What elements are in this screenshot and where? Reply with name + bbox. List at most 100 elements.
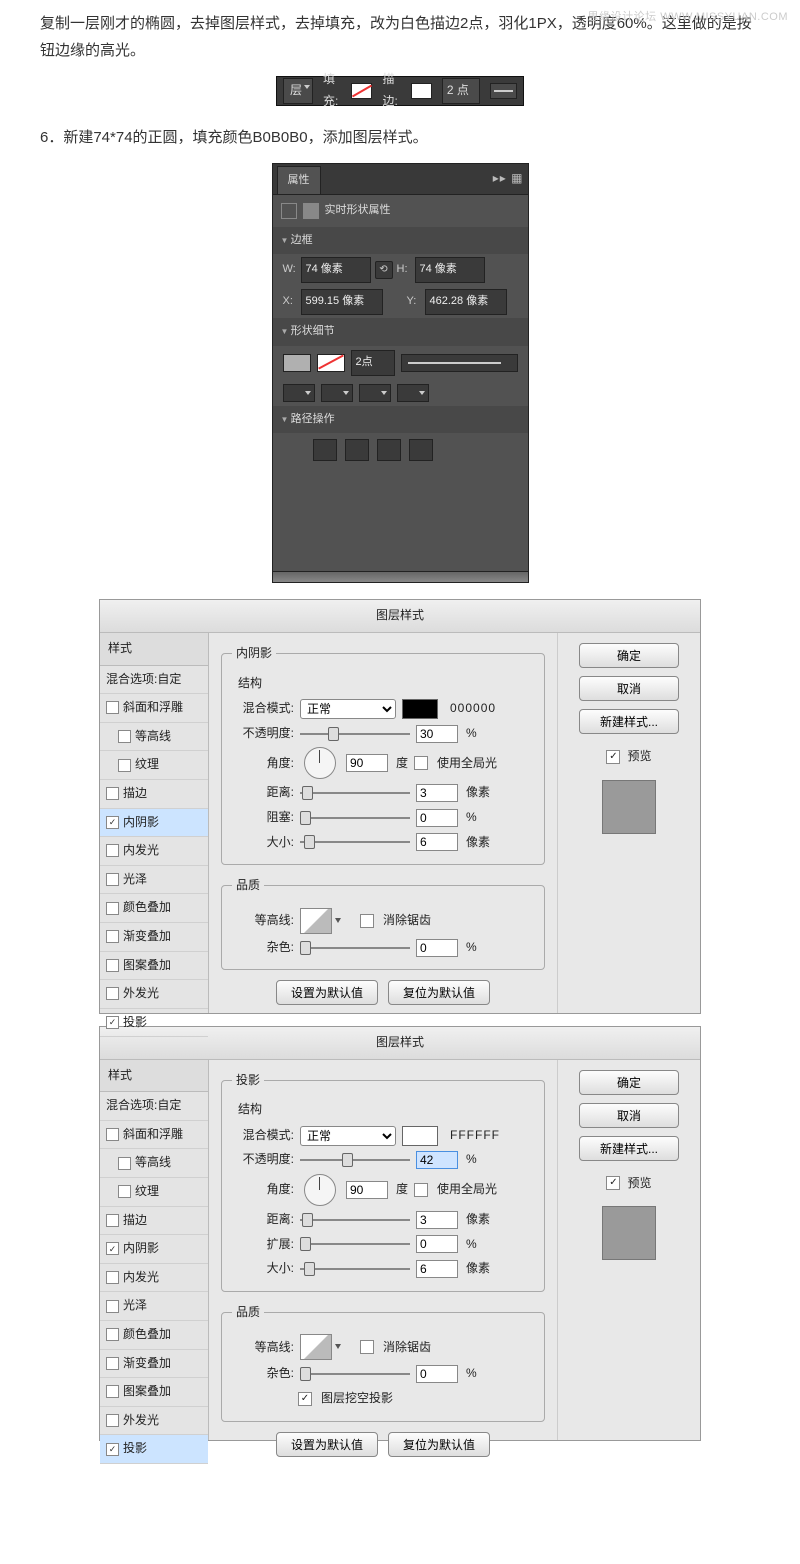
choke-input[interactable] [416,809,458,827]
section-detail[interactable]: 形状细节 [273,318,528,346]
blend-options-item[interactable]: 混合选项:自定 [100,1092,208,1121]
gradient-overlay-item[interactable]: 渐变叠加 [100,923,208,952]
corner-dropdown[interactable] [321,384,353,402]
set-default-button[interactable]: 设置为默认值 [276,980,378,1005]
shadow-color-chip[interactable] [402,1126,438,1146]
stroke-swatch-white[interactable] [411,83,432,99]
reset-default-button[interactable]: 复位为默认值 [388,1432,490,1457]
inner-shadow-item[interactable]: ✓内阴影 [100,1235,208,1264]
panel-nav[interactable]: ▸▸ ▦ [493,168,524,190]
blend-options-item[interactable]: 混合选项:自定 [100,666,208,695]
x-field[interactable]: 599.15 像素 [301,289,383,315]
opacity-input[interactable] [416,725,458,743]
opacity-slider[interactable] [300,728,410,740]
section-bounds[interactable]: 边框 [273,227,528,255]
satin-item[interactable]: 光泽 [100,866,208,895]
distance-slider[interactable] [300,787,410,799]
stroke-item[interactable]: 描边 [100,1207,208,1236]
y-field[interactable]: 462.28 像素 [425,289,507,315]
stroke-none-swatch[interactable] [317,354,345,372]
new-style-button[interactable]: 新建样式... [579,1136,679,1161]
global-light-checkbox[interactable] [414,756,428,770]
contour-picker[interactable] [300,1334,332,1360]
ok-button[interactable]: 确定 [579,1070,679,1095]
reset-default-button[interactable]: 复位为默认值 [388,980,490,1005]
stroke-width-field[interactable]: 2点 [351,350,395,376]
spread-input[interactable] [416,1235,458,1253]
antialias-checkbox[interactable] [360,1340,374,1354]
spread-slider[interactable] [300,1238,410,1250]
texture-item[interactable]: 纹理 [100,751,208,780]
noise-slider[interactable] [300,942,410,954]
outer-glow-item[interactable]: 外发光 [100,980,208,1009]
blend-mode-select[interactable]: 正常 [300,699,396,719]
global-light-checkbox[interactable] [414,1183,428,1197]
angle-input[interactable] [346,754,388,772]
angle-dial[interactable] [304,747,336,779]
inner-glow-item[interactable]: 内发光 [100,837,208,866]
shadow-color-chip[interactable] [402,699,438,719]
stroke-size-input[interactable]: 2 点 [442,78,480,104]
distance-input[interactable] [416,784,458,802]
contour-item[interactable]: 等高线 [100,723,208,752]
drop-shadow-item[interactable]: ✓投影 [100,1009,208,1038]
properties-tab[interactable]: 属性 [277,166,321,194]
size-slider[interactable] [300,836,410,848]
pathop-exclude[interactable] [409,439,433,461]
pathop-combine[interactable] [313,439,337,461]
texture-item[interactable]: 纹理 [100,1178,208,1207]
pattern-overlay-item[interactable]: 图案叠加 [100,952,208,981]
satin-item[interactable]: 光泽 [100,1292,208,1321]
stroke-item[interactable]: 描边 [100,780,208,809]
distance-slider[interactable] [300,1214,410,1226]
gradient-overlay-item[interactable]: 渐变叠加 [100,1350,208,1379]
size-input[interactable] [416,1260,458,1278]
preview-checkbox[interactable]: ✓ [606,750,620,764]
cancel-button[interactable]: 取消 [579,1103,679,1128]
noise-input[interactable] [416,1365,458,1383]
opacity-slider[interactable] [300,1154,410,1166]
color-overlay-item[interactable]: 颜色叠加 [100,1321,208,1350]
drop-shadow-item[interactable]: ✓投影 [100,1435,208,1464]
pattern-overlay-item[interactable]: 图案叠加 [100,1378,208,1407]
outer-glow-item[interactable]: 外发光 [100,1407,208,1436]
size-input[interactable] [416,833,458,851]
cancel-button[interactable]: 取消 [579,676,679,701]
contour-item[interactable]: 等高线 [100,1149,208,1178]
stroke-type-dropdown[interactable] [401,354,518,372]
size-slider[interactable] [300,1263,410,1275]
width-field[interactable]: 74 像素 [301,257,371,283]
extra-dropdown[interactable] [397,384,429,402]
angle-dial[interactable] [304,1174,336,1206]
distance-input[interactable] [416,1211,458,1229]
layer-dropdown[interactable]: 层 [283,78,313,104]
set-default-button[interactable]: 设置为默认值 [276,1432,378,1457]
section-pathops[interactable]: 路径操作 [273,406,528,434]
noise-input[interactable] [416,939,458,957]
contour-picker[interactable] [300,908,332,934]
inner-shadow-item[interactable]: ✓内阴影 [100,809,208,838]
angle-input[interactable] [346,1181,388,1199]
height-field[interactable]: 74 像素 [415,257,485,283]
antialias-checkbox[interactable] [360,914,374,928]
stroke-style-chip[interactable] [490,83,517,99]
bevel-item[interactable]: 斜面和浮雕 [100,1121,208,1150]
choke-slider[interactable] [300,812,410,824]
bevel-item[interactable]: 斜面和浮雕 [100,694,208,723]
ok-button[interactable]: 确定 [579,643,679,668]
cap-dropdown[interactable] [283,384,315,402]
blend-mode-select[interactable]: 正常 [300,1126,396,1146]
pathop-intersect[interactable] [377,439,401,461]
fill-color-swatch[interactable] [283,354,311,372]
pathop-subtract[interactable] [345,439,369,461]
knockout-checkbox[interactable]: ✓ [298,1392,312,1406]
noise-slider[interactable] [300,1368,410,1380]
opacity-input[interactable] [416,1151,458,1169]
new-style-button[interactable]: 新建样式... [579,709,679,734]
color-overlay-item[interactable]: 颜色叠加 [100,894,208,923]
fill-swatch-none[interactable] [351,83,372,99]
preview-checkbox[interactable]: ✓ [606,1176,620,1190]
align-dropdown[interactable] [359,384,391,402]
inner-glow-item[interactable]: 内发光 [100,1264,208,1293]
link-icon[interactable]: ⟲ [375,261,393,279]
